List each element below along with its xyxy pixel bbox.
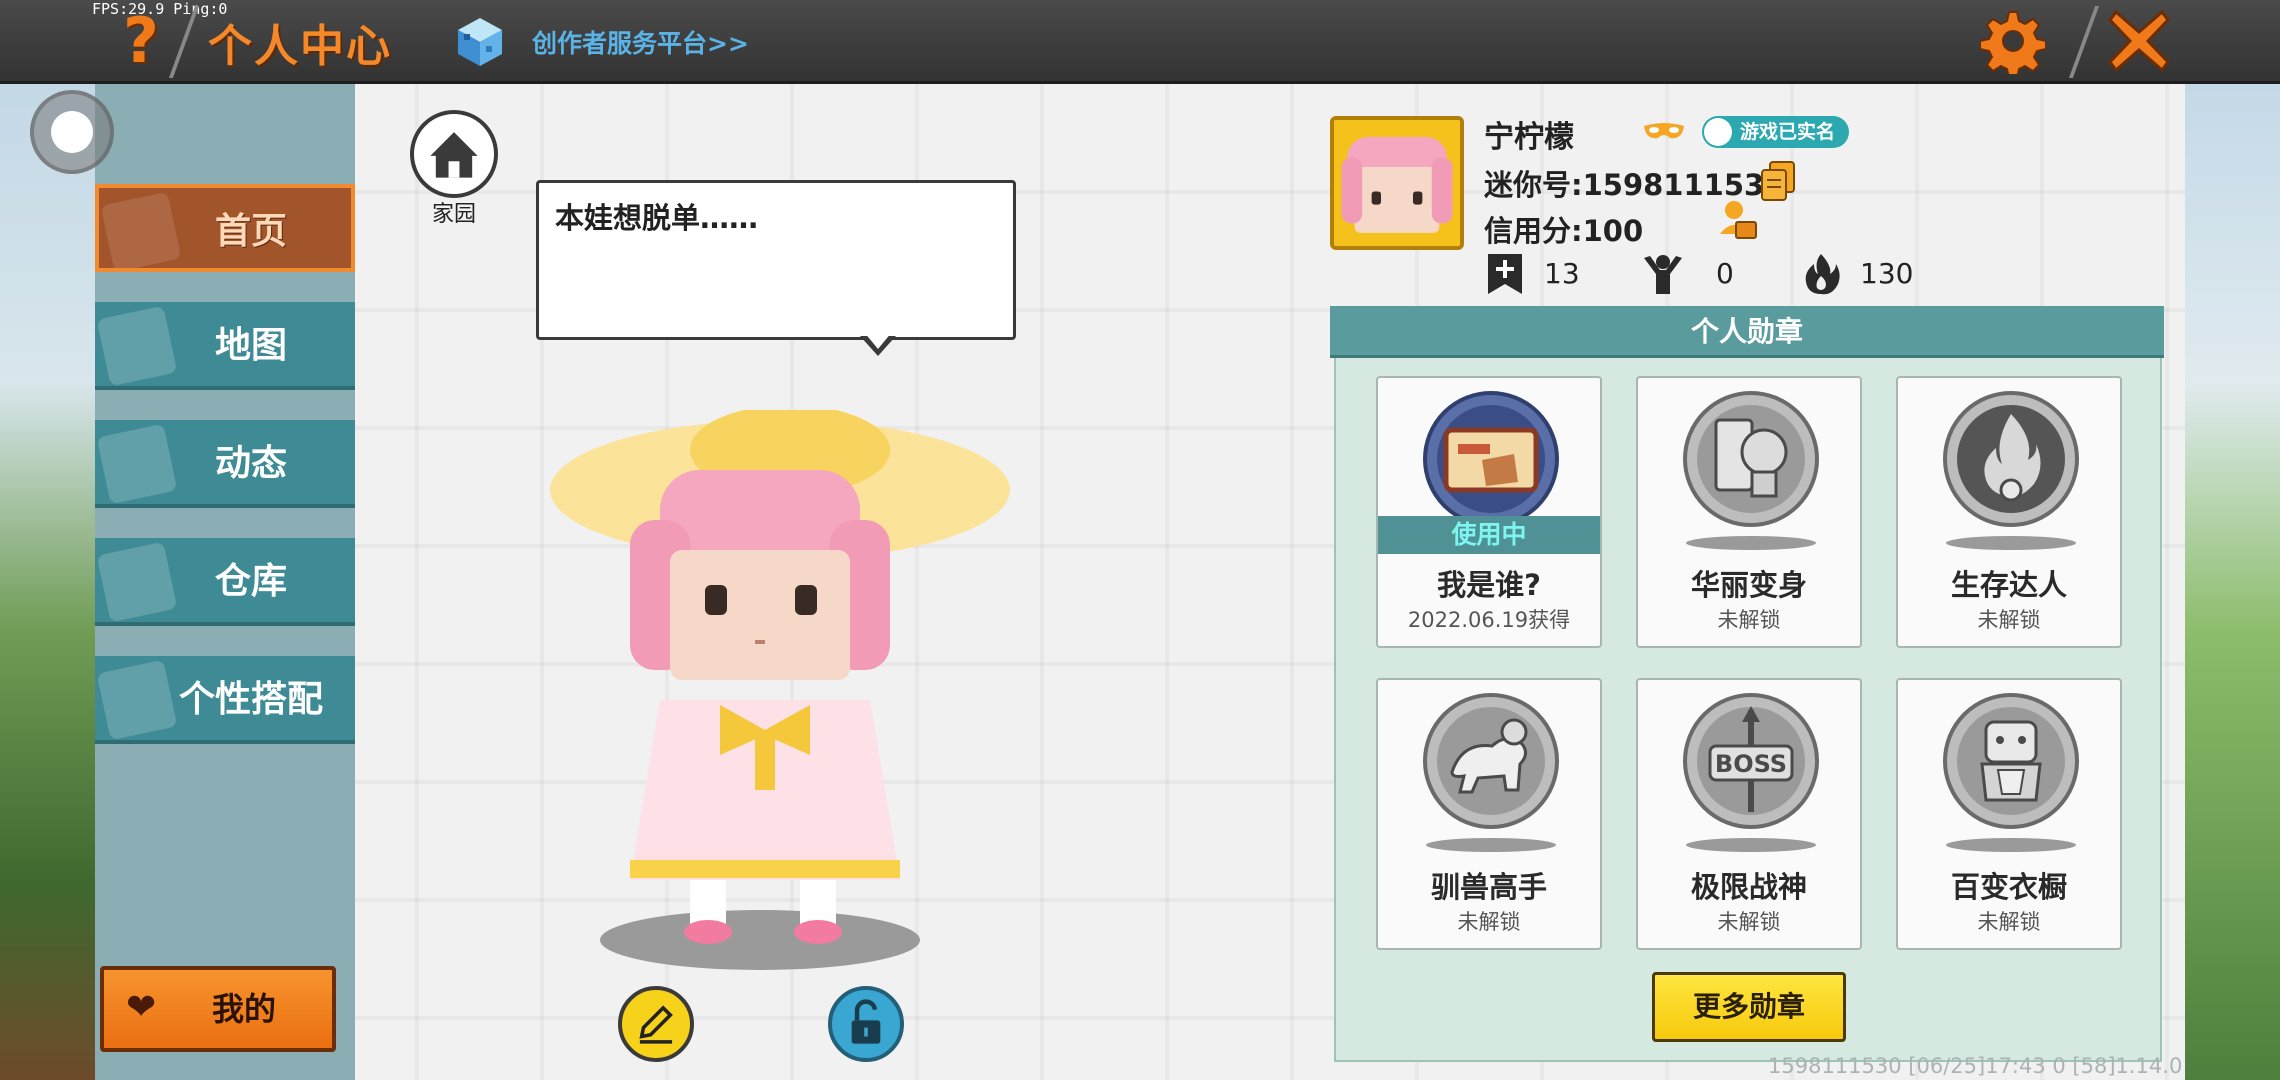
sidebar-item-home[interactable]: 首页 [95,184,355,272]
creator-cube-icon[interactable] [456,16,504,68]
page-title: 个人中心 [208,21,392,72]
transform-medal-icon [1683,391,1819,527]
background-scenery-right [2185,84,2280,1080]
medal-status: 未解锁 [1717,608,1781,632]
medal-card[interactable]: 华丽变身 未解锁 [1636,376,1862,648]
sidebar-item-label: 个性搭配 [178,679,323,720]
medal-status: 未解锁 [1457,910,1521,934]
bookmark-plus-icon [1488,254,1522,294]
more-medals-button[interactable]: 更多勋章 [1652,972,1846,1042]
sidebar-item-label: 地图 [214,325,287,366]
medal-name: 极限战神 [1690,870,1807,904]
medal-status: 未解锁 [1977,608,2041,632]
unlock-icon[interactable] [828,986,904,1062]
heart-icon: ❤ [126,987,157,1028]
medal-shadow [1426,838,1556,852]
medal-status: 未解锁 [1717,910,1781,934]
medal-card[interactable]: 百变衣橱 未解锁 [1896,678,2122,950]
sidebar-item-feed[interactable]: 动态 [95,420,355,508]
stat-plus-count: 13 [1544,257,1580,290]
sidebar-item-label: 仓库 [214,561,287,602]
medal-name: 华丽变身 [1690,568,1807,602]
home-nav-icon [100,191,182,268]
medal-status: 2022.06.19获得 [1407,608,1571,632]
pencil-icon[interactable] [618,986,694,1062]
gear-icon[interactable] [1980,8,2046,74]
divider [2068,6,2100,78]
sidebar-item-label: 首页 [214,211,287,252]
medal-card[interactable]: BOSS 极限战神 未解锁 [1636,678,1862,950]
creator-platform-link[interactable]: 创作者服务平台>> [532,24,749,60]
boss-medal-icon: BOSS [1683,693,1819,829]
medal-card[interactable]: 驯兽高手 未解锁 [1376,678,1602,950]
svg-text:BOSS: BOSS [1715,750,1787,778]
sidebar-item-label: 动态 [214,443,287,484]
close-icon[interactable] [2106,8,2172,74]
home-icon[interactable] [410,110,498,198]
verified-user-icon [1704,118,1732,146]
realname-badge: 游戏已实名 [1702,116,1850,148]
record-icon[interactable] [30,90,114,174]
top-bar: FPS:29.9 Ping:0 ? 个人中心 创作者服务平台>> [0,0,2280,84]
in-use-badge: 使用中 [1378,516,1600,554]
wardrobe-medal-icon [1943,693,2079,829]
medal-panel-title: 个人勋章 [1330,306,2164,358]
speech-bubble-tail [860,332,896,356]
outfit-nav-icon [96,659,178,740]
medal-shadow [1946,838,2076,852]
nickname: 宁柠檬 [1484,120,1574,155]
mask-icon [1644,123,1684,139]
medal-card[interactable]: 使用中 我是谁? 2022.06.19获得 [1376,376,1602,648]
id-card-medal-icon [1423,391,1559,527]
realname-badge-label: 游戏已实名 [1740,121,1836,143]
stat-fans-count: 0 [1716,257,1734,290]
fire-medal-icon [1943,391,2079,527]
mine-label: 我的 [211,990,276,1028]
medal-name: 我是谁? [1437,568,1541,602]
avatar[interactable] [1330,116,1464,250]
medal-name: 生存达人 [1950,568,2067,602]
medal-shadow [1686,838,1816,852]
credit-score: 信用分:100 [1484,214,1644,248]
medal-status: 未解锁 [1977,910,2041,934]
warehouse-nav-icon [96,541,178,622]
map-nav-icon [96,305,178,386]
flame-icon [1805,254,1840,295]
copy-icon[interactable] [1758,160,1798,204]
background-scenery-left [0,84,95,1080]
medal-name: 百变衣橱 [1950,870,2067,904]
credit-info-icon[interactable] [1716,198,1760,242]
medal-shadow [1686,536,1816,550]
medal-card[interactable]: 生存达人 未解锁 [1896,376,2122,648]
beast-tamer-medal-icon [1423,693,1559,829]
sidebar: 首页 地图 动态 仓库 个性搭配 [95,84,355,1080]
bell-nav-icon [96,423,178,504]
speech-bubble[interactable]: 本娃想脱单…… [536,180,1016,340]
fans-icon [1644,255,1682,294]
version-info: 1598111530 [06/25]17:43 0 [58]1.14.0 [1768,1054,2183,1078]
stat-heat-count: 130 [1860,257,1914,290]
home-label: 家园 [431,202,476,227]
sidebar-item-outfit[interactable]: 个性搭配 [95,656,355,744]
mine-button[interactable]: ❤ 我的 [100,966,336,1052]
sidebar-item-warehouse[interactable]: 仓库 [95,538,355,626]
help-button[interactable]: ? [110,6,172,76]
sidebar-item-map[interactable]: 地图 [95,302,355,390]
medal-shadow [1946,536,2076,550]
character-avatar[interactable] [540,410,1020,980]
medal-name: 驯兽高手 [1430,870,1547,904]
